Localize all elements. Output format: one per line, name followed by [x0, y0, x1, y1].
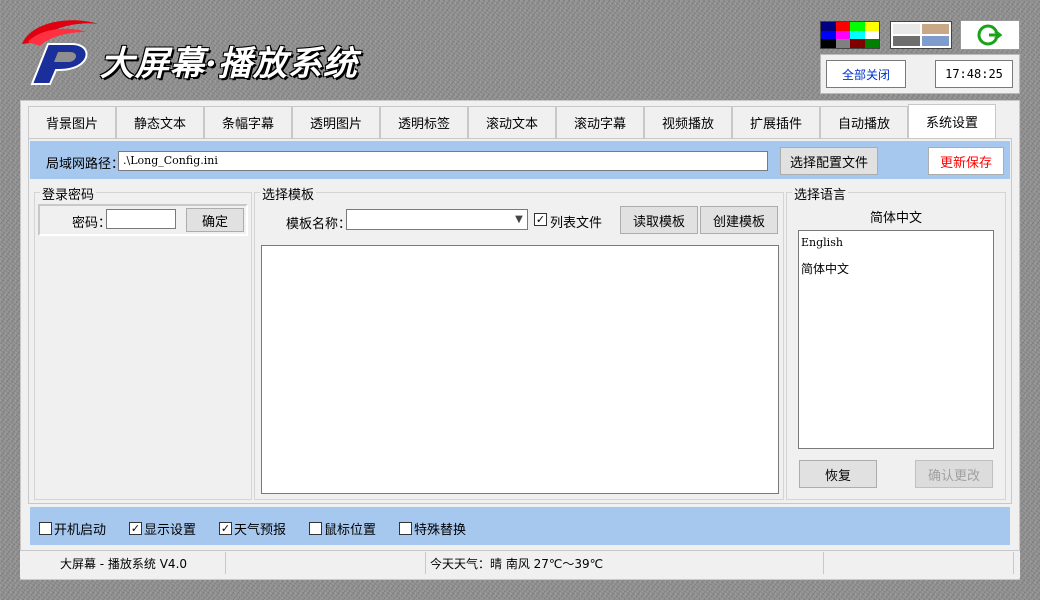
- color-swatch[interactable]: [835, 30, 850, 40]
- option-label: 鼠标位置: [324, 523, 377, 538]
- login-group-title: 登录密码: [40, 184, 97, 203]
- restore-button[interactable]: 恢复: [799, 460, 877, 488]
- option-display-settings[interactable]: ✓ 显示设置: [129, 519, 196, 538]
- option-weather[interactable]: ✓ 天气预报: [219, 519, 286, 538]
- color-palette[interactable]: [820, 21, 880, 49]
- texture-swatch[interactable]: [893, 36, 920, 46]
- tab-item[interactable]: 透明图片: [292, 106, 380, 138]
- tab-item[interactable]: 背景图片: [28, 106, 116, 138]
- color-swatch[interactable]: [850, 22, 865, 31]
- network-path-label: 局域网路径：: [46, 157, 125, 172]
- color-swatch[interactable]: [850, 30, 865, 40]
- template-name-label: 模板名称：: [286, 217, 352, 232]
- app-logo: [14, 14, 106, 88]
- clock: 17:48:25: [935, 60, 1013, 88]
- tab-item[interactable]: 透明标签: [380, 106, 468, 138]
- option-checkbox[interactable]: [399, 522, 412, 535]
- texture-swatch[interactable]: [893, 24, 920, 34]
- template-list-area[interactable]: [261, 245, 779, 494]
- option-label: 开机启动: [54, 523, 107, 538]
- password-confirm-button[interactable]: 确定: [186, 208, 244, 232]
- status-weather: 今天天气：晴 南风 27℃～39℃: [426, 552, 824, 574]
- read-template-button[interactable]: 读取模板: [620, 206, 698, 234]
- language-option-english[interactable]: English: [801, 235, 991, 261]
- option-startup[interactable]: 开机启动: [39, 519, 106, 538]
- status-version: 大屏幕 - 播放系统 V4.0: [22, 552, 226, 574]
- confirm-change-button[interactable]: 确认更改: [915, 460, 993, 488]
- color-swatch[interactable]: [835, 39, 850, 48]
- tab-item[interactable]: 静态文本: [116, 106, 204, 138]
- color-swatch[interactable]: [821, 22, 836, 31]
- option-checkbox[interactable]: ✓: [219, 522, 232, 535]
- tab-item[interactable]: 滚动文本: [468, 106, 556, 138]
- tab-item[interactable]: 滚动字幕: [556, 106, 644, 138]
- tab-item[interactable]: 系统设置: [908, 104, 996, 138]
- list-file-label: 列表文件: [550, 216, 603, 231]
- tab-item[interactable]: 扩展插件: [732, 106, 820, 138]
- option-checkbox[interactable]: [39, 522, 52, 535]
- option-label: 天气预报: [234, 523, 287, 538]
- color-swatch[interactable]: [821, 30, 836, 40]
- status-empty: [824, 552, 1014, 574]
- list-file-checkbox[interactable]: ✓: [534, 213, 547, 226]
- update-save-button[interactable]: 更新保存: [928, 147, 1004, 175]
- choose-config-button[interactable]: 选择配置文件: [780, 147, 878, 175]
- power-exit-icon: [977, 24, 1003, 46]
- option-label: 显示设置: [144, 523, 197, 538]
- color-swatch[interactable]: [850, 39, 865, 48]
- tab-item[interactable]: 视频播放: [644, 106, 732, 138]
- texture-swatch[interactable]: [922, 24, 949, 34]
- current-language: 简体中文: [869, 211, 922, 226]
- login-group: [34, 192, 252, 500]
- status-spacer: [226, 552, 426, 574]
- tab-item[interactable]: 条幅字幕: [204, 106, 292, 138]
- texture-swatch[interactable]: [922, 36, 949, 46]
- close-all-button[interactable]: 全部关闭: [826, 60, 906, 88]
- color-swatch[interactable]: [864, 22, 879, 31]
- color-swatch[interactable]: [864, 39, 879, 48]
- language-option-chinese[interactable]: 简体中文: [801, 261, 991, 287]
- password-input[interactable]: [106, 209, 176, 229]
- tab-bar: 背景图片 静态文本 条幅字幕 透明图片 透明标签 滚动文本 滚动字幕 视频播放 扩展插件 自动播放…: [28, 104, 996, 138]
- create-template-button[interactable]: 创建模板: [700, 206, 778, 234]
- option-checkbox[interactable]: ✓: [129, 522, 142, 535]
- template-name-select[interactable]: [346, 209, 528, 230]
- language-list[interactable]: English 简体中文: [798, 230, 994, 449]
- app-title: 大屏幕·播放系统: [100, 44, 358, 84]
- option-label: 特殊替换: [414, 523, 467, 538]
- color-swatch[interactable]: [821, 39, 836, 48]
- option-checkbox[interactable]: [309, 522, 322, 535]
- texture-palette[interactable]: [890, 21, 952, 49]
- exit-button[interactable]: [960, 20, 1020, 50]
- option-special-replace[interactable]: 特殊替换: [399, 519, 466, 538]
- option-mouse-position[interactable]: 鼠标位置: [309, 519, 376, 538]
- template-group-title: 选择模板: [260, 184, 317, 203]
- color-swatch[interactable]: [864, 30, 879, 40]
- language-group-title: 选择语言: [792, 184, 849, 203]
- tab-item[interactable]: 自动播放: [820, 106, 908, 138]
- chevron-down-icon[interactable]: ▼: [512, 212, 526, 227]
- color-swatch[interactable]: [835, 22, 850, 31]
- network-path-input[interactable]: .\Long_Config.ini: [118, 151, 768, 171]
